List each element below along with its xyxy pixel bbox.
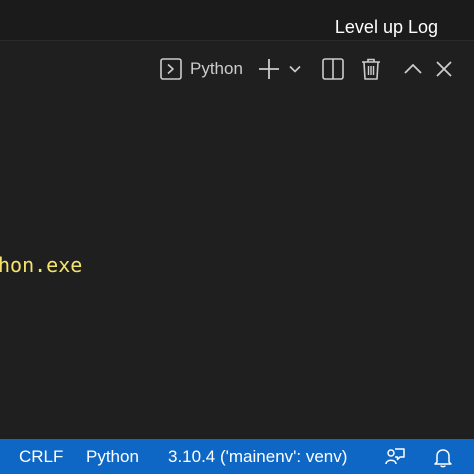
chevron-up-icon[interactable] <box>402 53 424 85</box>
bell-icon[interactable] <box>432 439 454 474</box>
terminal-output-line: hon.exe <box>0 253 83 277</box>
title-bar: Level up Log <box>0 0 474 40</box>
terminal-icon[interactable] <box>158 53 184 85</box>
line-ending-indicator[interactable]: CRLF <box>19 439 63 474</box>
header-divider <box>0 40 474 41</box>
status-bar: CRLF Python 3.10.4 ('mainenv': venv) <box>0 439 474 474</box>
terminal-name[interactable]: Python <box>190 57 243 81</box>
feedback-icon[interactable] <box>384 439 406 474</box>
language-mode[interactable]: Python <box>86 439 139 474</box>
header-title: Level up Log <box>334 17 438 37</box>
trash-icon[interactable] <box>359 53 383 85</box>
vscode-window: Level up Log Python hon.exe CRLF Python … <box>0 0 474 474</box>
terminal-toolbar: Python <box>0 53 474 85</box>
split-editor-icon[interactable] <box>320 53 346 85</box>
chevron-down-icon[interactable] <box>286 53 304 85</box>
close-icon[interactable] <box>432 53 456 85</box>
python-interpreter[interactable]: 3.10.4 ('mainenv': venv) <box>168 439 347 474</box>
plus-icon[interactable] <box>256 53 282 85</box>
